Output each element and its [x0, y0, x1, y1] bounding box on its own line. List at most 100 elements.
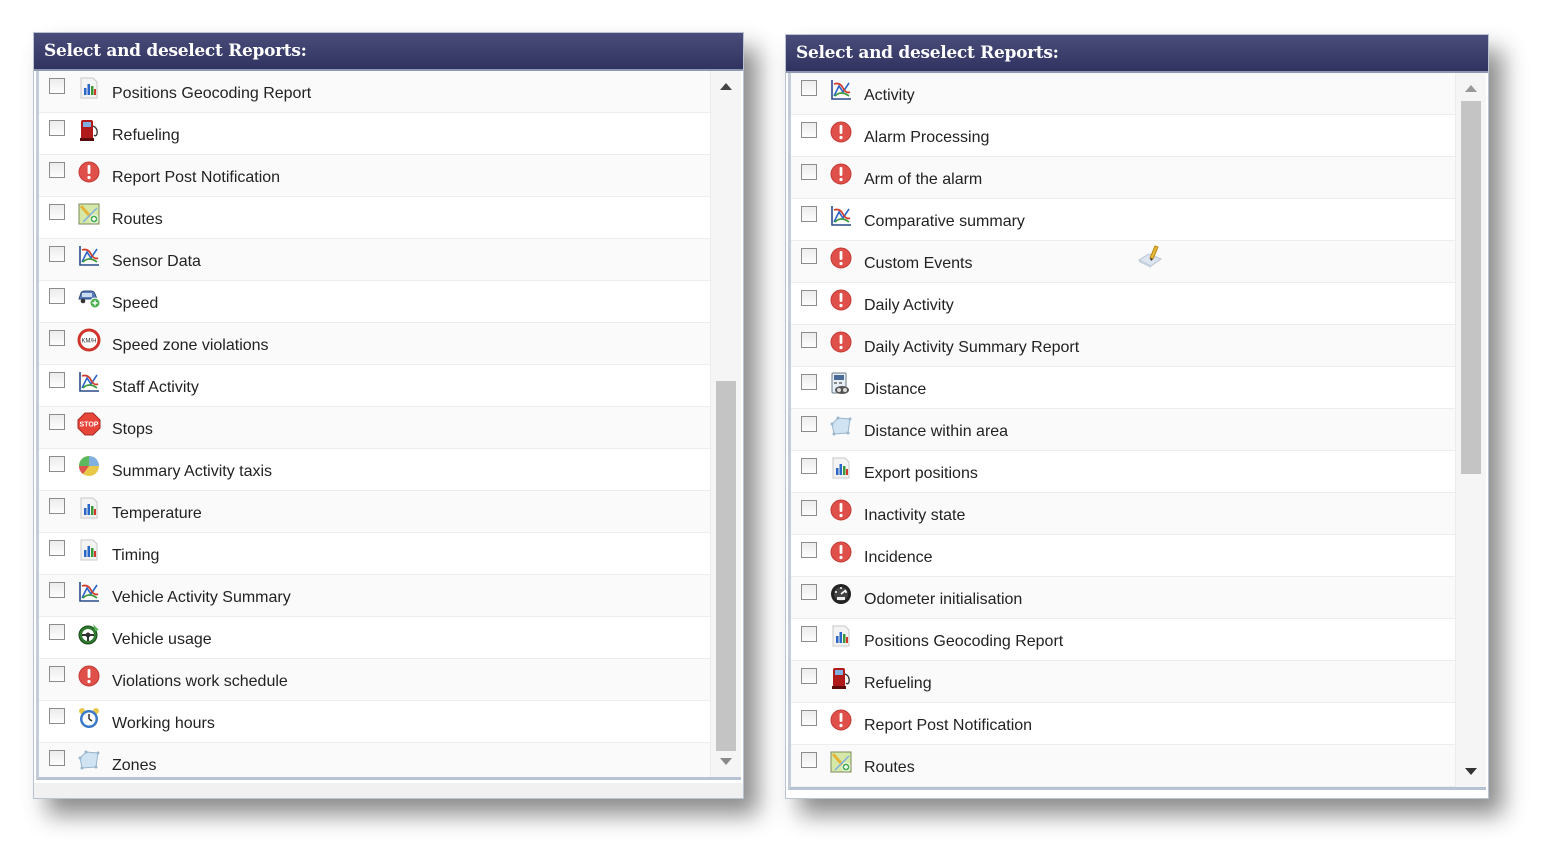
report-list-item[interactable]: KM/H Speed zone violations [39, 323, 711, 365]
report-checkbox[interactable] [49, 162, 65, 178]
report-checkbox[interactable] [801, 122, 817, 138]
report-list-item[interactable]: Routes [39, 197, 711, 239]
edit-icon[interactable] [1136, 242, 1164, 270]
report-list-item[interactable]: Timing [39, 533, 711, 575]
scroll-up-arrow[interactable] [1465, 85, 1477, 92]
report-label: Stops [112, 421, 153, 438]
line-chart-icon [829, 78, 853, 102]
alert-icon [829, 498, 853, 522]
report-label: Positions Geocoding Report [864, 633, 1064, 650]
report-list-item[interactable]: Distance within area [791, 409, 1456, 451]
report-list-item[interactable]: Routes [791, 745, 1456, 787]
report-checkbox[interactable] [801, 80, 817, 96]
zone-polygon-icon [77, 748, 101, 772]
report-checkbox[interactable] [801, 290, 817, 306]
report-checkbox[interactable] [49, 498, 65, 514]
report-checkbox[interactable] [801, 206, 817, 222]
report-checkbox[interactable] [49, 414, 65, 430]
report-checkbox[interactable] [49, 78, 65, 94]
report-checkbox[interactable] [49, 666, 65, 682]
speed-limit-icon: KM/H [77, 328, 101, 352]
svg-text:KM/H: KM/H [82, 339, 97, 345]
report-label: Speed zone violations [112, 337, 269, 354]
report-checkbox[interactable] [801, 458, 817, 474]
report-checkbox[interactable] [49, 330, 65, 346]
alert-icon [77, 664, 101, 688]
report-list-item[interactable]: Daily Activity Summary Report [791, 325, 1456, 367]
report-checkbox[interactable] [49, 708, 65, 724]
report-checkbox[interactable] [49, 456, 65, 472]
reports-list-container: Positions Geocoding Report Refueling Repor… [36, 71, 741, 780]
report-list-item[interactable]: Zones [39, 743, 711, 777]
report-checkbox[interactable] [49, 540, 65, 556]
steering-wheel-icon [77, 622, 101, 646]
scroll-up-arrow[interactable] [720, 83, 732, 90]
report-list-item[interactable]: Violations work schedule [39, 659, 711, 701]
report-list-item[interactable]: Speed [39, 281, 711, 323]
report-checkbox[interactable] [49, 372, 65, 388]
report-list-item[interactable]: Alarm Processing [791, 115, 1456, 157]
report-checkbox[interactable] [801, 752, 817, 768]
vertical-scrollbar[interactable] [1455, 73, 1486, 787]
scroll-down-arrow[interactable] [1465, 768, 1477, 775]
report-checkbox[interactable] [801, 584, 817, 600]
report-checkbox[interactable] [49, 204, 65, 220]
scroll-thumb[interactable] [716, 381, 736, 751]
vertical-scrollbar[interactable] [710, 71, 741, 777]
report-checkbox[interactable] [49, 288, 65, 304]
report-checkbox[interactable] [801, 626, 817, 642]
report-checkbox[interactable] [801, 500, 817, 516]
report-list-item[interactable]: Positions Geocoding Report [791, 619, 1456, 661]
report-list-item[interactable]: Daily Activity [791, 283, 1456, 325]
report-list-item[interactable]: Sensor Data [39, 239, 711, 281]
report-list-item[interactable]: Inactivity state [791, 493, 1456, 535]
report-list-item[interactable]: Summary Activity taxis [39, 449, 711, 491]
report-label: Vehicle Activity Summary [112, 589, 291, 606]
line-chart-icon [77, 244, 101, 268]
report-list-item[interactable]: Vehicle Activity Summary [39, 575, 711, 617]
report-list-item[interactable]: Comparative summary [791, 199, 1456, 241]
alert-icon [77, 160, 101, 184]
report-label: Odometer initialisation [864, 591, 1023, 608]
report-checkbox[interactable] [801, 416, 817, 432]
route-map-icon [829, 750, 853, 774]
report-list-item[interactable]: Incidence [791, 535, 1456, 577]
report-label: Routes [112, 211, 163, 228]
report-checkbox[interactable] [49, 624, 65, 640]
report-list-item[interactable]: STOP Stops [39, 407, 711, 449]
report-checkbox[interactable] [801, 668, 817, 684]
report-checkbox[interactable] [801, 248, 817, 264]
report-checkbox[interactable] [801, 374, 817, 390]
scroll-thumb[interactable] [1461, 101, 1481, 474]
report-checkbox[interactable] [49, 750, 65, 766]
report-checkbox[interactable] [801, 164, 817, 180]
report-list-item[interactable]: Working hours [39, 701, 711, 743]
report-list-item[interactable]: Activity [791, 73, 1456, 115]
report-list-item[interactable]: Vehicle usage [39, 617, 711, 659]
report-checkbox[interactable] [49, 120, 65, 136]
alert-icon [829, 162, 853, 186]
report-list-item[interactable]: Refueling [791, 661, 1456, 703]
report-label: Incidence [864, 549, 933, 566]
report-list-item[interactable]: Custom Events [791, 241, 1456, 283]
report-list-item[interactable]: Arm of the alarm [791, 157, 1456, 199]
report-checkbox[interactable] [801, 332, 817, 348]
report-list-item[interactable]: Report Post Notification [791, 703, 1456, 745]
report-list-item[interactable]: Export positions [791, 451, 1456, 493]
reports-panel-right: Select and deselect Reports: Activity Ala… [785, 34, 1489, 799]
report-list-item[interactable]: Positions Geocoding Report [39, 71, 711, 113]
report-list-item[interactable]: Refueling [39, 113, 711, 155]
report-label: Temperature [112, 505, 202, 522]
report-list-item[interactable]: Distance [791, 367, 1456, 409]
alert-icon [829, 540, 853, 564]
report-list-item[interactable]: Staff Activity [39, 365, 711, 407]
report-list-item[interactable]: Temperature [39, 491, 711, 533]
report-list-item[interactable]: Report Post Notification [39, 155, 711, 197]
report-checkbox[interactable] [801, 542, 817, 558]
report-list-item[interactable]: Odometer initialisation [791, 577, 1456, 619]
report-checkbox[interactable] [801, 710, 817, 726]
scroll-down-arrow[interactable] [720, 758, 732, 765]
report-checkbox[interactable] [49, 246, 65, 262]
panel-title: Select and deselect Reports: [34, 33, 743, 71]
report-checkbox[interactable] [49, 582, 65, 598]
